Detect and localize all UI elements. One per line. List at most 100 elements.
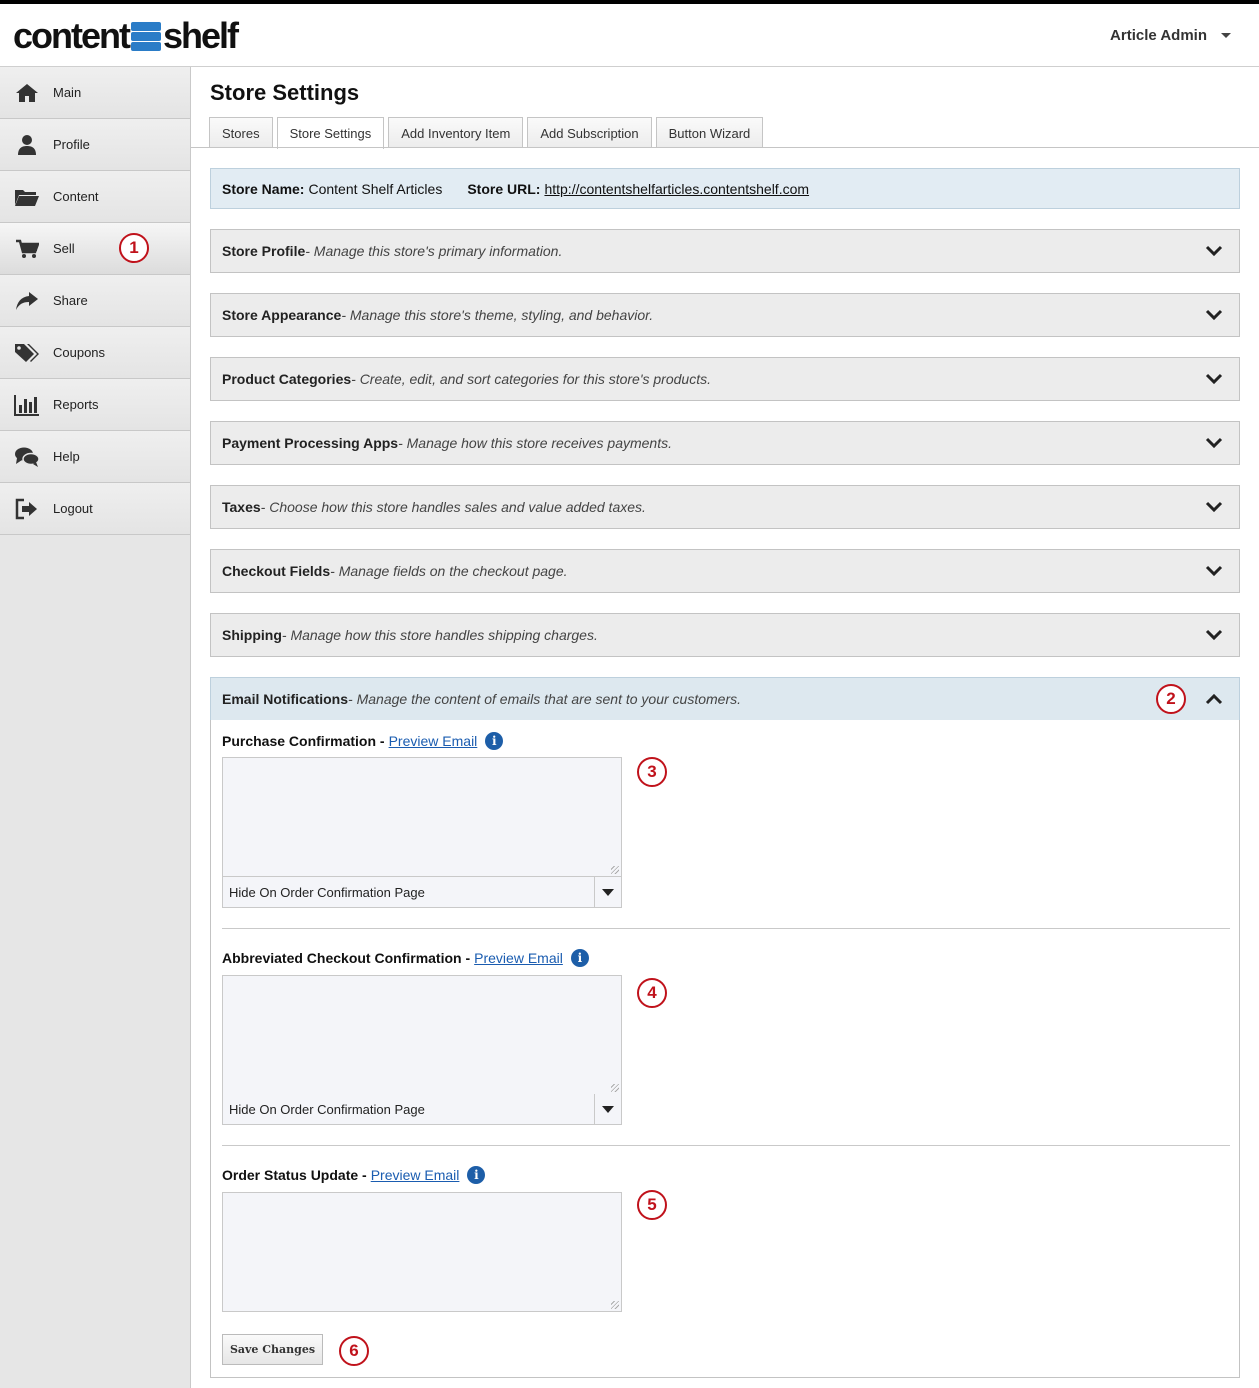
- section-description: - Manage the content of emails that are …: [348, 691, 742, 707]
- sidebar-item-label: Reports: [53, 397, 99, 412]
- logo-text-right: shelf: [163, 15, 239, 56]
- section-title: Shipping: [222, 627, 282, 643]
- email-title: Abbreviated Checkout Confirmation -: [222, 950, 471, 966]
- sidebar-item-coupons[interactable]: Coupons: [0, 327, 190, 379]
- section-title: Payment Processing Apps: [222, 435, 399, 451]
- content-shelf-logo[interactable]: content shelf: [13, 15, 239, 56]
- email-title: Order Status Update -: [222, 1167, 367, 1183]
- sidebar-item-label: Main: [53, 85, 82, 100]
- dropdown-arrow-icon[interactable]: [594, 877, 621, 907]
- preview-email-link[interactable]: Preview Email: [474, 950, 563, 966]
- share-arrow-icon: [14, 290, 40, 312]
- divider: [222, 1145, 1230, 1146]
- purchase-confirmation-textarea[interactable]: [222, 757, 622, 877]
- section-store-profile[interactable]: Store Profile - Manage this store's prim…: [210, 229, 1240, 273]
- callout-6-badge: 6: [339, 1336, 369, 1366]
- section-store-appearance[interactable]: Store Appearance - Manage this store's t…: [210, 293, 1240, 337]
- resize-grip-icon[interactable]: [611, 1301, 619, 1309]
- tags-icon: [14, 342, 40, 364]
- sidebar-item-sell[interactable]: Sell 1: [0, 223, 190, 275]
- tab-bar: Stores Store Settings Add Inventory Item…: [209, 117, 764, 149]
- tab-stores[interactable]: Stores: [209, 117, 273, 148]
- chevron-down-icon: [1205, 245, 1223, 257]
- select-value: Hide On Order Confirmation Page: [229, 1101, 425, 1117]
- preview-email-link[interactable]: Preview Email: [389, 733, 478, 749]
- callout-3-badge: 3: [637, 757, 667, 787]
- callout-2-badge: 2: [1156, 684, 1186, 714]
- section-title: Store Appearance: [222, 307, 342, 323]
- store-url-link[interactable]: http://contentshelfarticles.contentshelf…: [544, 181, 809, 197]
- tab-add-subscription[interactable]: Add Subscription: [527, 117, 652, 148]
- chevron-down-icon: [1205, 309, 1223, 321]
- chevron-down-icon: [1205, 565, 1223, 577]
- tab-add-inventory-item[interactable]: Add Inventory Item: [388, 117, 524, 148]
- tab-store-settings[interactable]: Store Settings: [276, 117, 385, 149]
- tab-button-wizard[interactable]: Button Wizard: [655, 117, 764, 148]
- section-title: Email Notifications: [222, 691, 349, 707]
- section-shipping[interactable]: Shipping - Manage how this store handles…: [210, 613, 1240, 657]
- section-payment-processing-apps[interactable]: Payment Processing Apps - Manage how thi…: [210, 421, 1240, 465]
- home-icon: [14, 82, 40, 104]
- caret-down-icon: [1221, 33, 1231, 38]
- sidebar-item-help[interactable]: Help: [0, 431, 190, 483]
- sidebar-item-label: Share: [53, 293, 88, 308]
- info-icon[interactable]: i: [485, 732, 504, 750]
- resize-grip-icon[interactable]: [611, 866, 619, 874]
- sidebar-item-share[interactable]: Share: [0, 275, 190, 327]
- abbreviated-checkout-confirmation-label: Abbreviated Checkout Confirmation - Prev…: [222, 949, 589, 967]
- page-title: Store Settings: [210, 80, 360, 105]
- section-title: Taxes: [222, 499, 261, 515]
- section-email-notifications[interactable]: Email Notifications - Manage the content…: [210, 677, 1240, 721]
- tab-divider: [191, 147, 1259, 148]
- sidebar-item-logout[interactable]: Logout: [0, 483, 190, 535]
- chevron-down-icon: [1205, 437, 1223, 449]
- main-content: Store Settings Stores Store Settings Add…: [191, 67, 1259, 1388]
- dropdown-arrow-icon[interactable]: [594, 1094, 621, 1124]
- cart-icon: [14, 238, 40, 260]
- logo-text-left: content: [13, 15, 131, 56]
- section-description: - Manage how this store handles shipping…: [281, 627, 598, 643]
- top-bar: content shelf Article Admin: [0, 0, 1259, 67]
- save-changes-button[interactable]: Save Changes: [222, 1334, 323, 1365]
- divider: [222, 928, 1230, 929]
- store-info-bar: Store Name: Content Shelf Articles Store…: [210, 168, 1240, 209]
- logo-mark-icon: [131, 19, 161, 53]
- section-description: - Manage fields on the checkout page.: [330, 563, 568, 579]
- store-name-label: Store Name:: [222, 180, 305, 197]
- email-notifications-panel: Purchase Confirmation - Preview Email i …: [210, 720, 1240, 1378]
- abbreviated-checkout-textarea[interactable]: [222, 975, 622, 1095]
- section-taxes[interactable]: Taxes - Choose how this store handles sa…: [210, 485, 1240, 529]
- info-icon[interactable]: i: [570, 949, 589, 967]
- sidebar-item-label: Content: [53, 189, 99, 204]
- section-checkout-fields[interactable]: Checkout Fields - Manage fields on the c…: [210, 549, 1240, 593]
- resize-grip-icon[interactable]: [611, 1084, 619, 1092]
- sidebar-item-profile[interactable]: Profile: [0, 119, 190, 171]
- order-status-update-textarea[interactable]: [222, 1192, 622, 1312]
- order-status-update-label: Order Status Update - Preview Email i: [222, 1166, 486, 1184]
- purchase-confirmation-label: Purchase Confirmation - Preview Email i: [222, 732, 504, 750]
- email-title: Purchase Confirmation -: [222, 733, 385, 749]
- chevron-down-icon: [1205, 501, 1223, 513]
- section-description: - Manage this store's primary informatio…: [305, 243, 563, 259]
- purchase-confirmation-select[interactable]: Hide On Order Confirmation Page: [222, 877, 622, 908]
- sidebar-item-content[interactable]: Content: [0, 171, 190, 223]
- section-description: - Manage this store's theme, styling, an…: [341, 307, 654, 323]
- sidebar-item-main[interactable]: Main: [0, 67, 190, 119]
- sidebar-item-label: Coupons: [53, 345, 106, 360]
- info-icon[interactable]: i: [467, 1166, 486, 1184]
- section-product-categories[interactable]: Product Categories - Create, edit, and s…: [210, 357, 1240, 401]
- user-menu-label: Article Admin: [1110, 27, 1207, 44]
- chat-bubbles-icon: [14, 446, 40, 468]
- section-title: Checkout Fields: [222, 563, 331, 579]
- folder-icon: [14, 186, 40, 208]
- user-icon: [14, 134, 40, 156]
- chevron-down-icon: [1205, 629, 1223, 641]
- store-name-value: Content Shelf Articles: [308, 180, 443, 197]
- sidebar-item-reports[interactable]: Reports: [0, 379, 190, 431]
- chevron-down-icon: [1205, 373, 1223, 385]
- preview-email-link[interactable]: Preview Email: [371, 1167, 460, 1183]
- abbreviated-checkout-select[interactable]: Hide On Order Confirmation Page: [222, 1094, 622, 1125]
- store-url-label: Store URL:: [467, 180, 541, 197]
- user-menu[interactable]: Article Admin: [1110, 27, 1231, 44]
- section-description: - Choose how this store handles sales an…: [260, 499, 646, 515]
